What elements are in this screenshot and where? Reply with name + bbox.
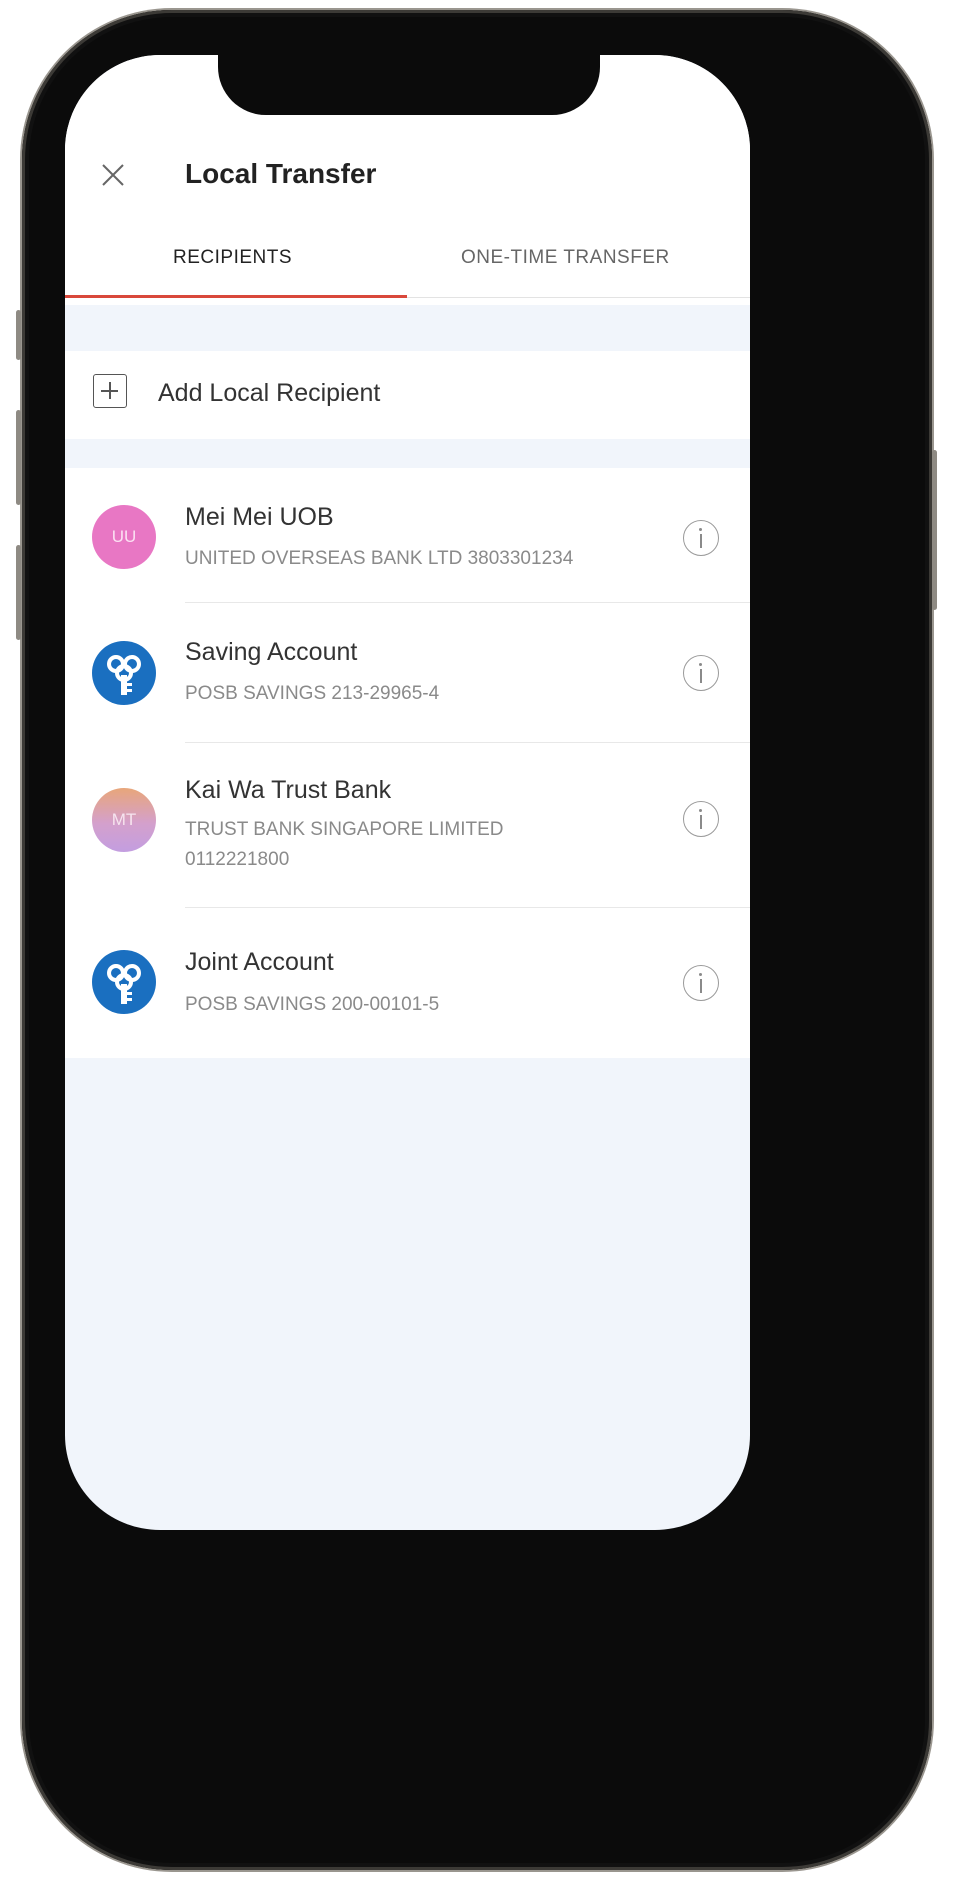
recipient-name: Saving Account [185,638,358,666]
avatar-initials: MT [111,810,137,829]
avatar-initials: UU [111,527,137,546]
volume-up-button [16,410,21,505]
info-icon[interactable] [683,520,719,556]
recipient-name: Kai Wa Trust Bank [185,776,392,804]
recipient-item[interactable]: UU Mei Mei UOB UNITED OVERSEAS BANK LTD … [65,468,750,603]
avatar: MT [92,788,156,852]
posb-logo-icon [107,655,141,695]
recipient-detail: POSB SAVINGS 200-00101-5 [185,994,440,1015]
add-local-recipient-button[interactable]: Add Local Recipient [65,351,750,439]
recipient-detail: POSB SAVINGS 213-29965-4 [185,683,440,704]
plus-icon [93,374,127,408]
info-icon[interactable] [683,801,719,837]
phone-notch [218,55,600,115]
recipient-item[interactable]: Joint Account POSB SAVINGS 200-00101-5 [65,908,750,1058]
info-icon[interactable] [683,965,719,1001]
recipient-name: Mei Mei UOB [185,503,334,531]
recipient-item[interactable]: MT Kai Wa Trust Bank TRUST BANK SINGAPOR… [65,743,750,908]
recipient-detail: UNITED OVERSEAS BANK LTD 3803301234 [185,548,574,569]
recipient-item[interactable]: Saving Account POSB SAVINGS 213-29965-4 [65,603,750,743]
volume-down-button [16,545,21,640]
page-title: Local Transfer [185,158,377,189]
avatar [92,641,156,705]
power-button [932,450,937,610]
info-icon[interactable] [683,655,719,691]
side-button [16,310,21,360]
recipient-detail: TRUST BANK SINGAPORE LIMITED 0112221800 [185,819,504,870]
avatar: UU [92,505,156,569]
add-local-recipient-label: Add Local Recipient [158,379,381,407]
active-tab-indicator [65,295,407,298]
recipient-list: UU Mei Mei UOB UNITED OVERSEAS BANK LTD … [65,468,750,1058]
screen: Local Transfer RECIPIENTS ONE-TIME TRANS… [65,55,750,1530]
close-icon[interactable] [98,160,128,190]
tab-recipients[interactable]: RECIPIENTS [173,247,292,269]
recipient-name: Joint Account [185,948,334,976]
posb-logo-icon [107,964,141,1004]
tab-one-time-transfer[interactable]: ONE-TIME TRANSFER [461,247,670,269]
avatar [92,950,156,1014]
